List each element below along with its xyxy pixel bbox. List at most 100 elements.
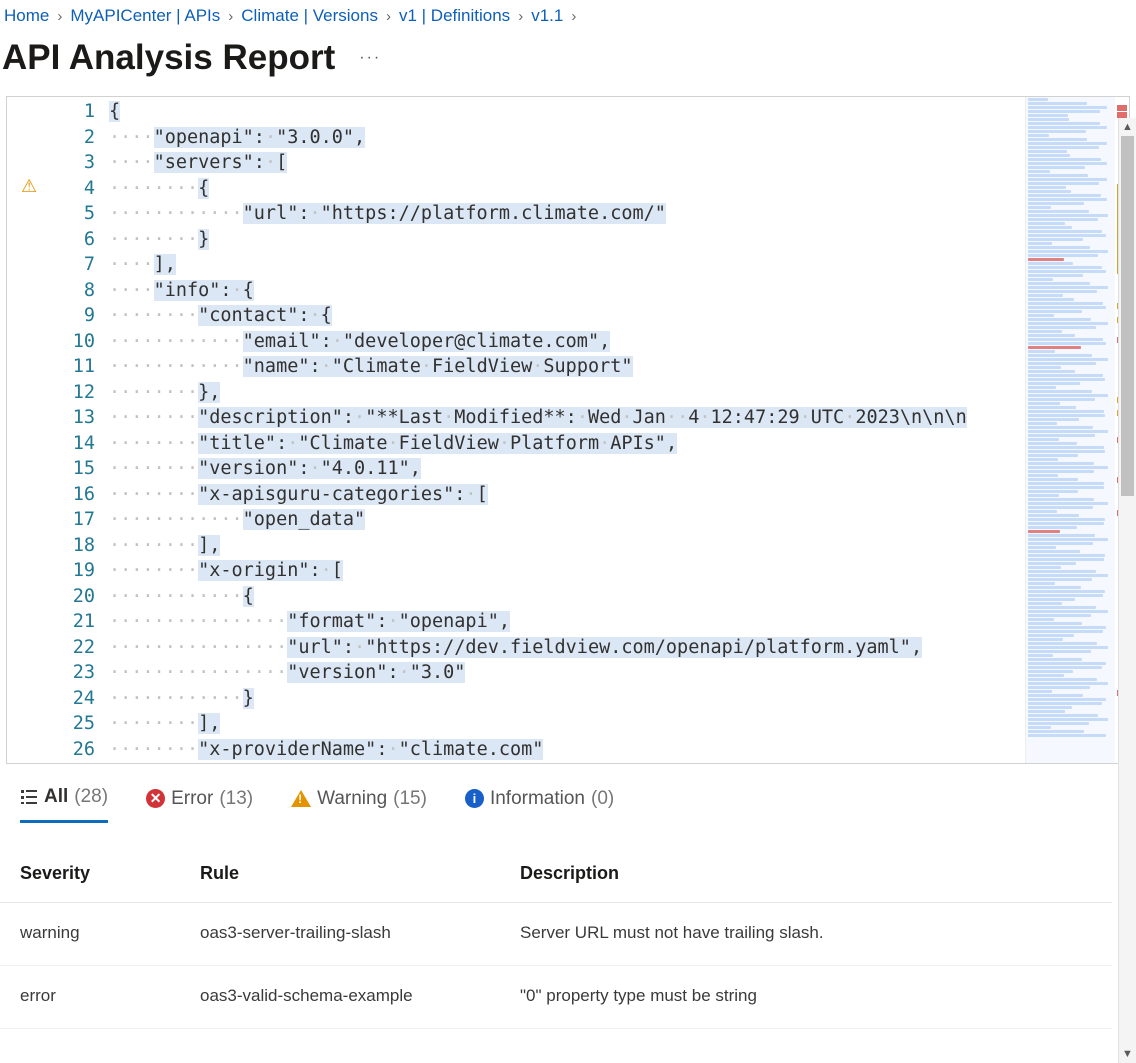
results-header-row: Severity Rule Description xyxy=(0,847,1112,903)
code-line[interactable]: ····"openapi":·"3.0.0", xyxy=(109,125,1025,151)
warning-glyph-icon[interactable]: ⚠ xyxy=(21,176,37,197)
info-icon xyxy=(465,789,484,808)
col-severity[interactable]: Severity xyxy=(0,847,180,903)
cell-severity: error xyxy=(0,966,180,1029)
tab-all-count: (28) xyxy=(74,786,108,808)
code-line[interactable]: ········], xyxy=(109,711,1025,737)
code-line[interactable]: { xyxy=(109,99,1025,125)
code-line[interactable]: ············{ xyxy=(109,584,1025,610)
code-line[interactable]: ············"open_data" xyxy=(109,507,1025,533)
code-line[interactable]: ····"info":·{ xyxy=(109,278,1025,304)
code-line[interactable]: ········"version":·"4.0.11", xyxy=(109,456,1025,482)
col-description[interactable]: Description xyxy=(500,847,1112,903)
code-line[interactable]: ············} xyxy=(109,686,1025,712)
code-line[interactable]: ········"contact":·{ xyxy=(109,303,1025,329)
code-line[interactable]: ····"servers":·[ xyxy=(109,150,1025,176)
page-header: API Analysis Report ··· xyxy=(0,28,1136,96)
line-number: 25 xyxy=(51,711,95,737)
line-number: 14 xyxy=(51,431,95,457)
line-number: 15 xyxy=(51,456,95,482)
code-line[interactable]: ············"url":·"https://platform.cli… xyxy=(109,201,1025,227)
code-line[interactable]: ········], xyxy=(109,533,1025,559)
cell-severity: warning xyxy=(0,903,180,966)
list-icon xyxy=(20,788,38,806)
line-number: 9 xyxy=(51,303,95,329)
scroll-down-arrow-icon[interactable]: ▼ xyxy=(1119,1045,1136,1063)
breadcrumb-item-current[interactable]: v1.1 xyxy=(531,6,563,26)
code-line[interactable]: ················"version":·"3.0" xyxy=(109,660,1025,686)
tab-information[interactable]: Information (0) xyxy=(465,786,614,823)
red-marker[interactable] xyxy=(1117,105,1127,111)
line-number: 1 xyxy=(51,99,95,125)
chevron-right-icon: › xyxy=(57,8,62,25)
line-number: 6 xyxy=(51,227,95,253)
tab-error-label: Error xyxy=(171,788,213,810)
code-line[interactable]: ········"description":·"**Last·Modified*… xyxy=(109,405,1025,431)
results-table: Severity Rule Description warningoas3-se… xyxy=(0,847,1112,1029)
line-number: 20 xyxy=(51,584,95,610)
page-title: API Analysis Report xyxy=(2,38,335,78)
line-number: 3 xyxy=(51,150,95,176)
code-line[interactable]: ············"name":·"Climate·FieldView·S… xyxy=(109,354,1025,380)
line-number: 11 xyxy=(51,354,95,380)
results-tab-bar: All (28) Error (13) Warning (15) Informa… xyxy=(0,764,1136,829)
code-line[interactable]: ········} xyxy=(109,227,1025,253)
scroll-up-arrow-icon[interactable]: ▲ xyxy=(1119,118,1136,136)
code-line[interactable]: ················"format":·"openapi", xyxy=(109,609,1025,635)
chevron-right-icon: › xyxy=(518,8,523,25)
more-actions-button[interactable]: ··· xyxy=(359,49,381,67)
code-line[interactable]: ········}, xyxy=(109,380,1025,406)
line-number: 16 xyxy=(51,482,95,508)
tab-warning[interactable]: Warning (15) xyxy=(291,786,427,823)
table-row[interactable]: warningoas3-server-trailing-slashServer … xyxy=(0,903,1112,966)
breadcrumb-item-definitions[interactable]: v1 | Definitions xyxy=(399,6,510,26)
tab-info-count: (0) xyxy=(591,788,614,810)
code-line[interactable]: ····], xyxy=(109,252,1025,278)
code-editor[interactable]: ⚠ 12345678910111213141516171819202122232… xyxy=(6,96,1130,764)
code-line[interactable]: ········"x-providerName":·"climate.com" xyxy=(109,737,1025,763)
vertical-scrollbar[interactable]: ▲ ▼ xyxy=(1118,118,1136,1063)
minimap[interactable] xyxy=(1025,97,1115,763)
line-number: 4 xyxy=(51,176,95,202)
red-marker[interactable] xyxy=(1117,112,1127,118)
line-number: 18 xyxy=(51,533,95,559)
breadcrumb-item-versions[interactable]: Climate | Versions xyxy=(241,6,378,26)
breadcrumb: Home › MyAPICenter | APIs › Climate | Ve… xyxy=(0,0,1136,28)
line-number: 5 xyxy=(51,201,95,227)
line-number-gutter: 1234567891011121314151617181920212223242… xyxy=(51,97,109,763)
tab-all[interactable]: All (28) xyxy=(20,786,108,823)
line-number: 2 xyxy=(51,125,95,151)
code-line[interactable]: ········"x-apisguru-categories":·[ xyxy=(109,482,1025,508)
cell-description: Server URL must not have trailing slash. xyxy=(500,903,1112,966)
tab-info-label: Information xyxy=(490,788,585,810)
line-number: 19 xyxy=(51,558,95,584)
scrollbar-thumb[interactable] xyxy=(1121,136,1134,496)
cell-rule: oas3-server-trailing-slash xyxy=(180,903,500,966)
tab-all-label: All xyxy=(44,786,68,808)
cell-description: "0" property type must be string xyxy=(500,966,1112,1029)
code-line[interactable]: ············"email":·"developer@climate.… xyxy=(109,329,1025,355)
glyph-margin: ⚠ xyxy=(7,97,51,763)
breadcrumb-item-home[interactable]: Home xyxy=(4,6,49,26)
breadcrumb-item-api-center[interactable]: MyAPICenter | APIs xyxy=(70,6,220,26)
tab-warning-label: Warning xyxy=(317,788,387,810)
tab-warning-count: (15) xyxy=(393,788,427,810)
line-number: 8 xyxy=(51,278,95,304)
code-content[interactable]: {····"openapi":·"3.0.0",····"servers":·[… xyxy=(109,97,1025,763)
code-line[interactable]: ········{ xyxy=(109,176,1025,202)
tab-error[interactable]: Error (13) xyxy=(146,786,253,823)
code-line[interactable]: ········"title":·"Climate·FieldView·Plat… xyxy=(109,431,1025,457)
line-number: 17 xyxy=(51,507,95,533)
col-rule[interactable]: Rule xyxy=(180,847,500,903)
line-number: 24 xyxy=(51,686,95,712)
line-number: 7 xyxy=(51,252,95,278)
table-row[interactable]: erroroas3-valid-schema-example"0" proper… xyxy=(0,966,1112,1029)
code-line[interactable]: ········"x-origin":·[ xyxy=(109,558,1025,584)
warning-icon xyxy=(291,790,311,807)
line-number: 10 xyxy=(51,329,95,355)
line-number: 21 xyxy=(51,609,95,635)
scrollbar-track[interactable] xyxy=(1119,136,1136,1045)
code-line[interactable]: ················"url":·"https://dev.fiel… xyxy=(109,635,1025,661)
error-icon xyxy=(146,789,165,808)
tab-error-count: (13) xyxy=(219,788,253,810)
